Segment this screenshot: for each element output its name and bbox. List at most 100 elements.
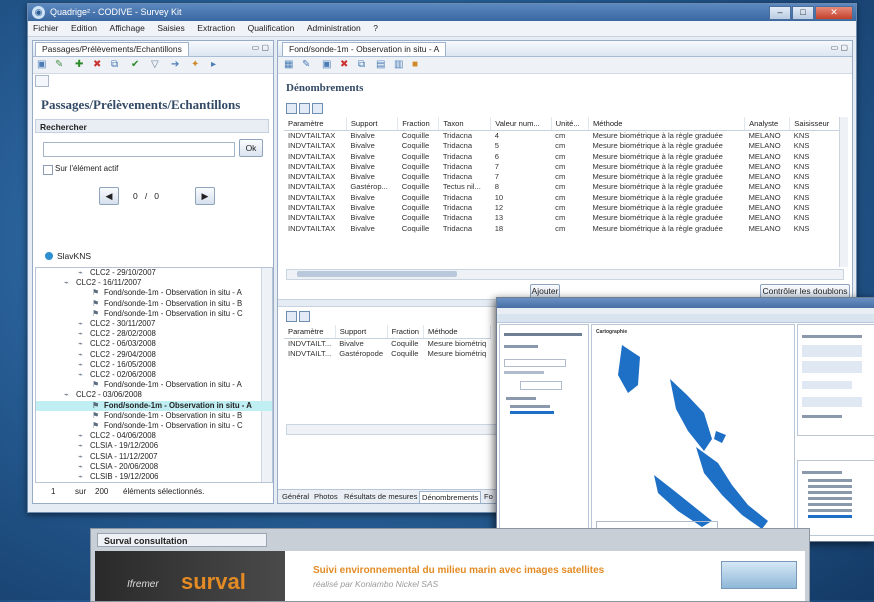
copy-icon[interactable]: ⧉ (111, 60, 118, 70)
table-row[interactable]: INDVTAILTAX Bivalve Coquille Tridacna 5 cm Mes… (284, 141, 840, 151)
minimize-button[interactable]: – (769, 6, 791, 20)
tab-passages[interactable]: Passages/Prélèvements/Echantillons (35, 42, 189, 56)
column-header[interactable]: Saisisseur (789, 117, 840, 131)
tab-observation[interactable]: Fond/sonde-1m - Observation in situ - A (282, 42, 447, 56)
tree-item[interactable]: ⚑ Fond/sonde-1m - Observation in situ - A (36, 288, 272, 299)
tree-item[interactable]: ⌁ CLSIA - 19/12/2006 (36, 441, 272, 452)
menu-fichier[interactable]: Fichier (28, 21, 64, 33)
column-header[interactable]: Paramètre (284, 325, 336, 339)
check-icon[interactable] (299, 103, 310, 114)
export-icon[interactable]: ✦ (191, 60, 199, 70)
check-icon[interactable] (299, 311, 310, 322)
tree-item[interactable]: ⌁ CLC2 - 03/06/2008 (36, 390, 272, 401)
column-header[interactable]: Paramètre (284, 117, 347, 131)
column-header[interactable]: Méthode (588, 117, 746, 131)
table-row[interactable]: INDVTAILTAX Bivalve Coquille Tridacna 18 cm Me… (284, 224, 840, 234)
column-header[interactable]: Support (335, 325, 388, 339)
tab-counts[interactable]: Dénombrements (419, 491, 482, 503)
tree-item[interactable]: ⌁ CLC2 - 04/06/2008 (36, 431, 272, 442)
save-icon[interactable]: ▣ (322, 60, 331, 70)
table-row[interactable]: INDVTAILTAX Bivalve Coquille Tridacna 13 cm Me… (284, 213, 840, 223)
table-row[interactable]: INDVTAILT... Bivalve Coquille Mesure biomét… (284, 339, 490, 350)
tree-item[interactable]: ⚑ Fond/sonde-1m - Observation in situ - C (36, 309, 272, 320)
table-row[interactable]: INDVTAILTAX Bivalve Coquille Tridacna 4 cm Mes… (284, 131, 840, 142)
table-row[interactable]: INDVTAILTAX Bivalve Coquille Tridacna 6 cm Mes… (284, 152, 840, 162)
bottom-hscrollbar[interactable] (286, 424, 508, 435)
search-input[interactable] (43, 142, 235, 157)
delete-icon[interactable]: ✖ (93, 60, 101, 70)
tree-item[interactable]: ⌁ CLC2 - 29/04/2008 (36, 350, 272, 361)
column-header[interactable]: Fraction (387, 325, 425, 339)
menu-affichage[interactable]: Affichage (105, 21, 150, 33)
table-hscrollbar[interactable] (286, 269, 844, 280)
column-icon[interactable] (312, 103, 323, 114)
highlight-icon[interactable]: ■ (412, 60, 418, 70)
column-header[interactable]: Fraction (397, 117, 440, 131)
panel-minmax-icon[interactable]: ▭ ▢ (252, 43, 269, 52)
add-icon[interactable]: ✚ (75, 60, 83, 70)
copy-icon[interactable]: ⧉ (358, 60, 365, 70)
tree-item[interactable]: ⌁ CLC2 - 30/11/2007 (36, 319, 272, 330)
grid-icon[interactable]: ▦ (284, 60, 293, 70)
tree-item[interactable]: ⚑ Fond/sonde-1m - Observation in situ - A (36, 400, 272, 412)
scroll-thumb[interactable] (297, 271, 457, 277)
tree-item[interactable]: ⌁ CLSIB - 19/12/2006 (36, 472, 272, 482)
edit-icon[interactable]: ✎ (302, 60, 310, 70)
browser-tab[interactable]: Surval consultation (97, 533, 267, 547)
close-button[interactable]: ✕ (815, 6, 853, 20)
filter-icon[interactable]: ▣ (37, 60, 46, 70)
search-section-header[interactable]: Rechercher (35, 119, 269, 133)
menu-qualification[interactable]: Qualification (243, 21, 300, 33)
more-icon[interactable]: ▸ (211, 60, 216, 70)
column-header[interactable]: Valeur num... (490, 117, 552, 131)
prev-page-button[interactable]: ◀ (99, 187, 119, 205)
column-header[interactable]: Support (346, 117, 399, 131)
paste-icon[interactable]: ▤ (376, 60, 385, 70)
delete-icon[interactable]: ✖ (340, 60, 348, 70)
tree-item[interactable]: ⚑ Fond/sonde-1m - Observation in situ - A (36, 380, 272, 391)
table-row[interactable]: INDVTAILT... Gastéropode Coquille Mesure bi… (284, 349, 490, 359)
maximize-button[interactable]: □ (792, 6, 814, 20)
menu-edition[interactable]: Edition (66, 21, 102, 33)
tree-item[interactable]: ⚑ Fond/sonde-1m - Observation in situ - B (36, 411, 272, 422)
tab-photos[interactable]: Photos (312, 491, 340, 502)
next-page-button[interactable]: ▶ (195, 187, 215, 205)
column-header[interactable]: Unité... (551, 117, 589, 131)
tree-item[interactable]: ⌁ CLC2 - 16/05/2008 (36, 360, 272, 371)
funnel-icon[interactable]: ▽ (151, 60, 159, 70)
menu-saisies[interactable]: Saisies (152, 21, 189, 33)
table-row[interactable]: INDVTAILTAX Bivalve Coquille Tridacna 12 cm Me… (284, 203, 840, 213)
print-icon[interactable]: ▥ (394, 60, 403, 70)
arrow-icon[interactable]: ➔ (171, 60, 179, 70)
user-node[interactable]: SlavKNS (45, 251, 91, 261)
tree-item[interactable]: ⌁ CLC2 - 28/02/2008 (36, 329, 272, 340)
table-row[interactable]: INDVTAILTAX Bivalve Coquille Tridacna 7 cm Mes… (284, 162, 840, 172)
table-view-icon[interactable] (286, 103, 297, 114)
tab-more[interactable]: Fo (482, 491, 495, 502)
tree-item[interactable]: ⌁ CLSIA - 20/06/2008 (36, 462, 272, 473)
table-row[interactable]: INDVTAILTAX Gastérop... Coquille Tectus nil… (284, 182, 840, 192)
search-ok-button[interactable]: Ok (239, 139, 263, 157)
tree-item[interactable]: ⌁ CLC2 - 29/10/2007 (36, 268, 272, 279)
table-row[interactable]: INDVTAILTAX Bivalve Coquille Tridacna 7 cm Mes… (284, 172, 840, 182)
tree-item[interactable]: ⌁ CLC2 - 16/11/2007 (36, 278, 272, 289)
table-view-icon[interactable] (286, 311, 297, 322)
column-header[interactable]: Méthode (423, 325, 491, 339)
table-vscrollbar[interactable] (839, 117, 848, 267)
menu-administration[interactable]: Administration (302, 21, 366, 33)
validate-icon[interactable]: ✔ (131, 60, 139, 70)
menu-help[interactable]: ? (368, 21, 383, 33)
map-view[interactable]: Cartographie (591, 324, 795, 536)
menu-extraction[interactable]: Extraction (192, 21, 240, 33)
tree-item[interactable]: ⚑ Fond/sonde-1m - Observation in situ - B (36, 299, 272, 310)
tree-item[interactable]: ⚑ Fond/sonde-1m - Observation in situ - C (36, 421, 272, 432)
tree-item[interactable]: ⌁ CLC2 - 06/03/2008 (36, 339, 272, 350)
tab-general[interactable]: Général (280, 491, 311, 502)
column-header[interactable]: Taxon (438, 117, 492, 131)
tree-item[interactable]: ⌁ CLC2 - 02/06/2008 (36, 370, 272, 381)
edit-icon[interactable]: ✎ (55, 60, 63, 70)
panel-minmax-icon[interactable]: ▭ ▢ (831, 43, 848, 52)
view-menu-icon[interactable] (35, 75, 49, 87)
table-row[interactable]: INDVTAILTAX Bivalve Coquille Tridacna 10 cm Me… (284, 193, 840, 203)
active-element-checkbox[interactable] (43, 165, 53, 175)
